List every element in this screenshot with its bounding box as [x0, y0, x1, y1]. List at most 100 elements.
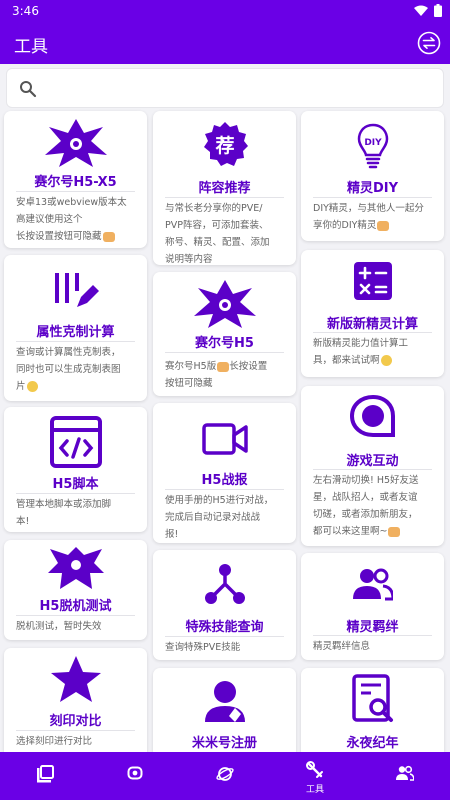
- people-icon: [396, 765, 414, 781]
- card-title: 阵容推荐: [198, 181, 251, 196]
- wifi-icon: [414, 5, 428, 16]
- cat-emoji-icon: [102, 231, 115, 242]
- diy-lightbulb-icon: DIY: [357, 123, 388, 169]
- desc-line: 选择刻印进行对比: [16, 736, 93, 747]
- tool-card-new-sprite-calc[interactable]: 新版新精灵计算 新版精灵能力值计算工 具，都来试试啊: [301, 250, 444, 377]
- card-description: 选择刻印进行对比: [16, 733, 137, 750]
- seer-robot-icon: [193, 280, 256, 328]
- badge-char: 荐: [214, 135, 234, 157]
- card-title: 赛尔号H5: [195, 336, 254, 351]
- tool-card-h5-offline-test[interactable]: H5脱机测试 脱机测试，暂时失效: [4, 540, 147, 640]
- desc-line: 切磋，或者添加新朋友，: [313, 509, 418, 520]
- desc-line: 管理本地脚本或添加脚: [16, 499, 112, 510]
- tools-wrench-icon: [306, 761, 323, 778]
- desc-text: 长按设置: [229, 361, 268, 372]
- desc-line: 脱机测试，暂时失效: [16, 621, 102, 632]
- divider: [313, 469, 432, 470]
- cat-emoji-icon: [377, 220, 390, 231]
- divider: [16, 493, 135, 494]
- desc-line: 查询或计算属性克制表，: [16, 347, 121, 358]
- desc-line: 同时也可以生成克制表图: [16, 364, 121, 375]
- switch-arrows-icon[interactable]: [417, 31, 441, 55]
- card-description: 新版精灵能力值计算工 具，都来试试啊: [313, 335, 434, 369]
- divider: [16, 191, 135, 192]
- smile-emoji-icon: [26, 381, 38, 392]
- divider: [313, 197, 432, 198]
- tool-card-h5-script[interactable]: H5脚本 管理本地脚本或添加脚 本!: [4, 407, 147, 532]
- desc-line: 赛尔号H5版 长按设置: [165, 358, 286, 375]
- planet-icon: [216, 767, 234, 781]
- desc-line: 具，都来试试啊: [313, 352, 434, 369]
- book-library-icon: [37, 765, 54, 783]
- code-window-icon: [49, 416, 102, 468]
- status-icons: [414, 4, 442, 17]
- divider: [165, 197, 284, 198]
- tool-card-mimi-register[interactable]: 米米号注册: [153, 668, 296, 758]
- nav-item-capsule[interactable]: [90, 752, 180, 800]
- tool-card-seer-h5[interactable]: 赛尔号H5 赛尔号H5版 长按设置 按钮可隐藏: [153, 272, 296, 396]
- nav-item-library[interactable]: [0, 752, 90, 800]
- capsule-icon: [127, 766, 143, 780]
- card-title: 特殊技能查询: [185, 620, 264, 635]
- card-title: 永夜纪年: [346, 736, 399, 751]
- bottom-navigation: 工具: [0, 752, 450, 800]
- card-title: 属性克制计算: [36, 325, 115, 340]
- cat-emoji-icon: [217, 361, 230, 372]
- tool-card-game-interact[interactable]: 游戏互动 左右滑动切换! H5好友送 星，战队招人，或者友谊 切磋，或者添加新朋…: [301, 386, 444, 546]
- search-bar[interactable]: [6, 68, 444, 108]
- desc-line: 精灵羁绊信息: [313, 641, 371, 652]
- tool-card-type-calc[interactable]: 属性克制计算 查询或计算属性克制表， 同时也可以生成克制表图 片: [4, 255, 147, 401]
- tool-card-seal-compare[interactable]: 刻印对比 选择刻印进行对比: [4, 648, 147, 758]
- card-description: 查询或计算属性克制表， 同时也可以生成克制表图 片: [16, 344, 137, 395]
- search-icon: [20, 81, 37, 98]
- desc-line: PVP阵容，可添加套装、: [165, 220, 269, 231]
- nav-label-tools: 工具: [305, 785, 324, 795]
- desc-line: 完成后自动记录对战战: [165, 512, 261, 523]
- card-title: H5脚本: [52, 477, 99, 492]
- nav-item-people[interactable]: [360, 752, 450, 800]
- book-search-icon: [351, 674, 393, 722]
- card-description: DIY精灵，与其他人一起分 享你的DIY精灵: [313, 200, 434, 234]
- tool-card-seer-h5-x5[interactable]: 赛尔号H5-X5 安卓13或webview版本太 高建议使用这个 长按设置按钮可…: [4, 111, 147, 248]
- card-description: 左右滑动切换! H5好友送 星，战队招人，或者友谊 切磋，或者添加新朋友， 都可…: [313, 472, 434, 540]
- tool-card-lineup[interactable]: 荐 阵容推荐 与常长老分享你的PVE/ PVP阵容，可添加套装、 称号、精灵、配…: [153, 111, 296, 265]
- desc-text: 片: [16, 381, 26, 392]
- desc-line: 片: [16, 378, 137, 395]
- tool-card-eternal-night[interactable]: 永夜纪年: [301, 668, 444, 758]
- smile-emoji-icon: [380, 355, 392, 366]
- card-title: 精灵羁绊: [346, 620, 399, 635]
- card-title: 精灵DIY: [346, 181, 399, 196]
- card-description: 与常长老分享你的PVE/ PVP阵容，可添加套装、 称号、精灵、配置、添加 说明…: [165, 200, 286, 265]
- nav-item-planet[interactable]: [180, 752, 270, 800]
- page-title: 工具: [14, 37, 48, 57]
- desc-line: 新版精灵能力值计算工: [313, 338, 409, 349]
- user-avatar-icon: [204, 681, 245, 722]
- card-title: 游戏互动: [346, 454, 399, 469]
- desc-text: 长按设置按钮可隐藏: [16, 231, 102, 242]
- card-description: 脱机测试，暂时失效: [16, 618, 137, 635]
- tool-card-h5-battle-report[interactable]: H5战报 使用手册的H5进行对战， 完成后自动记录对战战 报!: [153, 403, 296, 543]
- nav-item-tools[interactable]: 工具: [270, 752, 360, 800]
- desc-line: 高建议使用这个: [16, 214, 83, 225]
- desc-line: 说明等内容: [165, 254, 213, 265]
- card-title: 刻印对比: [49, 714, 102, 729]
- card-description: 查询特殊PVE技能: [165, 639, 286, 656]
- recommend-badge-icon: 荐: [203, 122, 248, 166]
- divider: [16, 341, 135, 342]
- tool-card-skill-query[interactable]: 特殊技能查询 查询特殊PVE技能: [153, 550, 296, 660]
- desc-line: 安卓13或webview版本太: [16, 197, 127, 208]
- card-description: 安卓13或webview版本太 高建议使用这个 长按设置按钮可隐藏: [16, 194, 137, 245]
- card-description: 赛尔号H5版 长按设置 按钮可隐藏: [165, 358, 286, 392]
- desc-line: 按钮可隐藏: [165, 378, 213, 389]
- divider: [165, 636, 284, 637]
- tool-card-sprite-bond[interactable]: 精灵羁绊 精灵羁绊信息: [301, 553, 444, 660]
- tool-card-sprite-diy[interactable]: DIY 精灵DIY DIY精灵，与其他人一起分 享你的DIY精灵: [301, 111, 444, 241]
- card-description: 使用手册的H5进行对战， 完成后自动记录对战战 报!: [165, 492, 286, 543]
- desc-line: 长按设置按钮可隐藏: [16, 228, 137, 245]
- cat-emoji-icon: [388, 526, 401, 537]
- calculator-icon: [353, 262, 392, 300]
- card-description: 管理本地脚本或添加脚 本!: [16, 496, 137, 530]
- desc-text: 赛尔号H5版: [165, 361, 217, 372]
- divider: [16, 615, 135, 616]
- desc-line: 享你的DIY精灵: [313, 217, 434, 234]
